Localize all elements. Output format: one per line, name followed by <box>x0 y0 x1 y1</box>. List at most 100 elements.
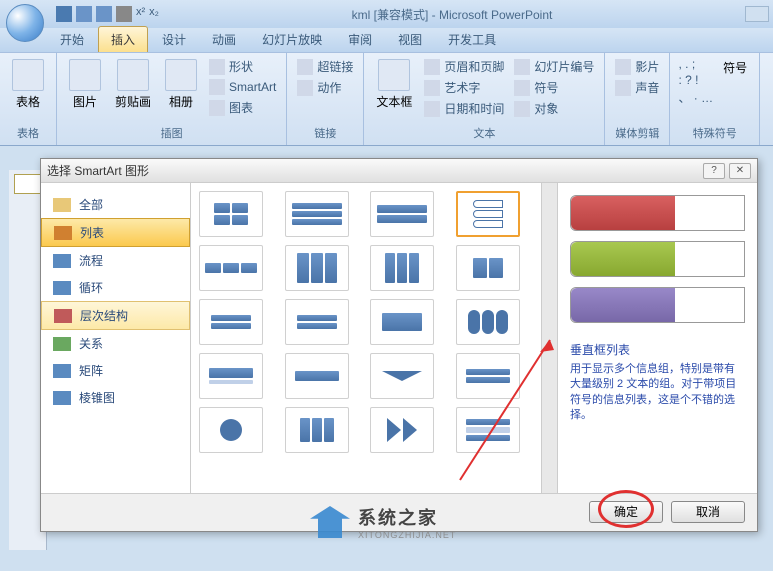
gallery-item[interactable] <box>285 299 349 345</box>
gallery-item[interactable] <box>285 191 349 237</box>
sound-icon <box>615 80 631 96</box>
undo-icon[interactable] <box>76 6 92 22</box>
gallery-item[interactable] <box>285 245 349 291</box>
special-symbol-button[interactable]: 符号 <box>719 57 751 106</box>
preview-shape-red <box>570 195 745 231</box>
object-button[interactable]: 对象 <box>512 99 596 118</box>
action-icon <box>297 80 313 96</box>
hierarchy-icon <box>54 309 72 323</box>
wordart-icon <box>424 80 440 96</box>
minimize-button[interactable] <box>745 6 769 22</box>
gallery-item[interactable] <box>456 407 520 453</box>
header-footer-button[interactable]: 页眉和页脚 <box>422 57 506 76</box>
dialog-titlebar: 选择 SmartArt 图形 ? ✕ <box>41 159 757 183</box>
category-matrix[interactable]: 矩阵 <box>41 357 190 384</box>
watermark-logo-icon <box>310 506 350 538</box>
category-pyramid[interactable]: 棱锥图 <box>41 384 190 411</box>
chart-button[interactable]: 图表 <box>207 98 278 117</box>
ribbon-group-links: 超链接 动作 链接 <box>287 53 364 145</box>
ribbon-group-special: , . ; : ? ! 、 · … 符号 特殊符号 <box>670 53 760 145</box>
header-footer-icon <box>424 59 440 75</box>
dialog-close-button[interactable]: ✕ <box>729 163 751 179</box>
ribbon-group-tables: 表格 表格 <box>0 53 57 145</box>
gallery-item[interactable] <box>199 245 263 291</box>
category-relationship[interactable]: 关系 <box>41 330 190 357</box>
gallery-item[interactable] <box>456 299 520 345</box>
gallery-item[interactable] <box>285 353 349 399</box>
datetime-button[interactable]: 日期和时间 <box>422 99 506 118</box>
print-icon[interactable] <box>116 6 132 22</box>
cycle-icon <box>53 281 71 295</box>
textbox-button[interactable]: 文本框 <box>372 57 416 118</box>
tab-animation[interactable]: 动画 <box>200 27 248 52</box>
smartart-dialog: 选择 SmartArt 图形 ? ✕ 全部 列表 流程 循环 层次结构 关系 矩… <box>40 158 758 532</box>
slidenum-button[interactable]: 幻灯片编号 <box>512 57 596 76</box>
gallery-item[interactable] <box>370 353 434 399</box>
category-hierarchy[interactable]: 层次结构 <box>41 301 190 330</box>
sound-button[interactable]: 声音 <box>613 78 661 97</box>
gallery-item[interactable] <box>456 353 520 399</box>
movie-button[interactable]: 影片 <box>613 57 661 76</box>
tab-slideshow[interactable]: 幻灯片放映 <box>250 27 334 52</box>
shapes-button[interactable]: 形状 <box>207 57 278 76</box>
save-icon[interactable] <box>56 6 72 22</box>
shapes-icon <box>209 59 225 75</box>
subscript-icon[interactable]: x₂ <box>149 6 159 22</box>
title-bar: x² x₂ kml [兼容模式] - Microsoft PowerPoint <box>0 0 773 28</box>
office-orb-button[interactable] <box>6 4 44 42</box>
preview-title: 垂直框列表 <box>570 341 745 358</box>
picture-icon <box>69 59 101 91</box>
tab-view[interactable]: 视图 <box>386 27 434 52</box>
dialog-help-button[interactable]: ? <box>703 163 725 179</box>
superscript-icon[interactable]: x² <box>136 6 145 22</box>
category-process[interactable]: 流程 <box>41 247 190 274</box>
slidenum-icon <box>514 59 530 75</box>
hyperlink-icon <box>297 59 313 75</box>
album-button[interactable]: 相册 <box>161 57 201 117</box>
tab-design[interactable]: 设计 <box>150 27 198 52</box>
gallery-item[interactable] <box>199 299 263 345</box>
clipart-button[interactable]: 剪贴画 <box>111 57 155 117</box>
redo-icon[interactable] <box>96 6 112 22</box>
gallery-item[interactable] <box>199 353 263 399</box>
all-icon <box>53 198 71 212</box>
hyperlink-button[interactable]: 超链接 <box>295 57 355 76</box>
action-button[interactable]: 动作 <box>295 78 355 97</box>
preview-shape-purple <box>570 287 745 323</box>
ribbon: 表格 表格 图片 剪贴画 相册 形状 SmartArt 图表 插图 超链接 动作… <box>0 52 773 146</box>
category-cycle[interactable]: 循环 <box>41 274 190 301</box>
table-button[interactable]: 表格 <box>8 57 48 112</box>
pyramid-icon <box>53 391 71 405</box>
movie-icon <box>615 59 631 75</box>
smartart-button[interactable]: SmartArt <box>207 78 278 96</box>
gallery-item[interactable] <box>370 191 434 237</box>
table-icon <box>12 59 44 91</box>
tab-developer[interactable]: 开发工具 <box>436 27 508 52</box>
cancel-button[interactable]: 取消 <box>671 501 745 523</box>
gallery-item-selected[interactable] <box>456 191 520 237</box>
tab-review[interactable]: 审阅 <box>336 27 384 52</box>
textbox-icon <box>378 59 410 91</box>
tab-home[interactable]: 开始 <box>48 27 96 52</box>
gallery-item[interactable] <box>456 245 520 291</box>
category-all[interactable]: 全部 <box>41 191 190 218</box>
relationship-icon <box>53 337 71 351</box>
smartart-gallery[interactable] <box>191 183 541 493</box>
matrix-icon <box>53 364 71 378</box>
gallery-item[interactable] <box>370 407 434 453</box>
gallery-item[interactable] <box>199 191 263 237</box>
slide-thumbnail[interactable] <box>14 174 42 194</box>
wordart-button[interactable]: 艺术字 <box>422 78 506 97</box>
clipart-icon <box>117 59 149 91</box>
tab-insert[interactable]: 插入 <box>98 26 148 52</box>
gallery-item[interactable] <box>199 407 263 453</box>
ok-button[interactable]: 确定 <box>589 501 663 523</box>
symbol-button[interactable]: 符号 <box>512 78 596 97</box>
picture-button[interactable]: 图片 <box>65 57 105 117</box>
gallery-scrollbar[interactable] <box>541 183 557 493</box>
category-list-item[interactable]: 列表 <box>41 218 190 247</box>
gallery-item[interactable] <box>370 245 434 291</box>
gallery-item[interactable] <box>370 299 434 345</box>
gallery-item[interactable] <box>285 407 349 453</box>
watermark: 系统之家 XITONGZHIJIA.NET <box>310 504 456 540</box>
